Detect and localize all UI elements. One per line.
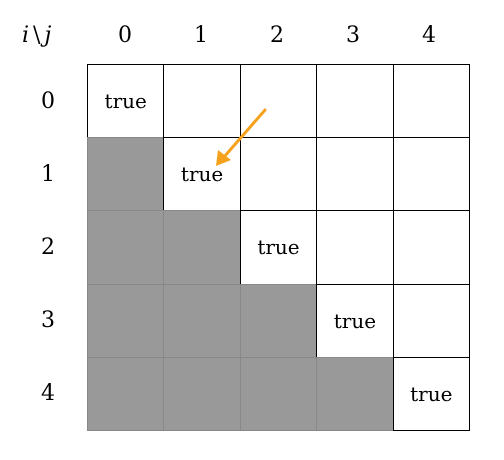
cell-1-4	[392, 137, 470, 212]
cell-0-2	[239, 64, 318, 139]
cell-2-2: true	[239, 210, 318, 285]
column-header-0: 0	[118, 22, 132, 48]
corner-separator: \	[33, 22, 41, 48]
cell-1-2	[239, 137, 318, 212]
cell-3-1	[163, 283, 241, 358]
cell-0-0: true	[87, 64, 165, 139]
cell-4-0	[87, 356, 165, 431]
dp-table-grid: true true true true true	[87, 64, 470, 431]
row-header-2: 2	[41, 234, 55, 260]
cell-3-3: true	[316, 283, 394, 358]
column-header-1: 1	[194, 22, 208, 48]
cell-0-3	[316, 64, 394, 139]
cell-0-1	[163, 64, 241, 139]
cell-2-1	[163, 210, 241, 285]
column-header-2: 2	[270, 22, 284, 48]
cell-4-1	[163, 356, 241, 431]
cell-4-4: true	[392, 356, 470, 431]
cell-2-0	[87, 210, 165, 285]
row-header-0: 0	[41, 88, 55, 114]
corner-j: j	[44, 22, 52, 48]
cell-4-3	[316, 356, 394, 431]
cell-1-3	[316, 137, 394, 212]
column-header-3: 3	[346, 22, 360, 48]
cell-3-2	[239, 283, 318, 358]
corner-label: i \ j	[22, 18, 78, 52]
row-header-1: 1	[41, 161, 55, 187]
column-header-4: 4	[422, 22, 436, 48]
cell-1-1: true	[163, 137, 241, 212]
row-header-3: 3	[41, 307, 55, 333]
cell-2-4	[392, 210, 470, 285]
cell-0-4	[392, 64, 470, 139]
cell-1-0	[87, 137, 165, 212]
row-header-4: 4	[41, 380, 55, 406]
cell-2-3	[316, 210, 394, 285]
cell-3-0	[87, 283, 165, 358]
corner-i: i	[22, 22, 30, 48]
cell-3-4	[392, 283, 470, 358]
cell-4-2	[239, 356, 318, 431]
